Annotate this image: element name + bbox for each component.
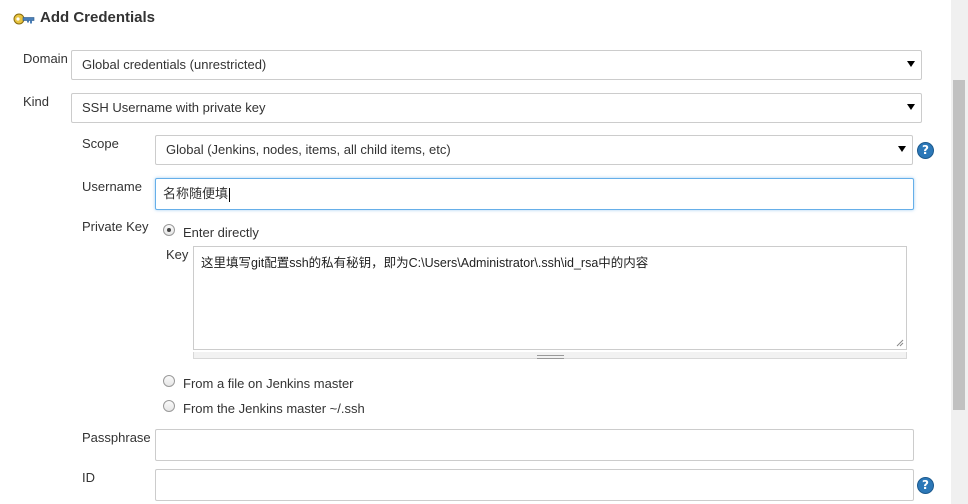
chevron-down-icon xyxy=(898,146,906,152)
key-icon xyxy=(12,10,36,28)
id-input[interactable] xyxy=(155,469,914,501)
kind-value: SSH Username with private key xyxy=(82,100,266,115)
domain-value: Global credentials (unrestricted) xyxy=(82,57,267,72)
domain-label: Domain xyxy=(23,51,68,66)
help-icon[interactable]: ? xyxy=(917,142,934,159)
private-key-label: Private Key xyxy=(82,219,149,234)
passphrase-input[interactable] xyxy=(155,429,914,461)
help-icon[interactable]: ? xyxy=(917,477,934,494)
kind-select[interactable]: SSH Username with private key xyxy=(71,93,922,123)
scope-label: Scope xyxy=(82,136,119,151)
drag-handle-icon[interactable] xyxy=(537,355,564,359)
scope-value: Global (Jenkins, nodes, items, all child… xyxy=(166,142,451,157)
from-ssh-dir-radio[interactable] xyxy=(163,400,175,412)
id-label: ID xyxy=(82,470,95,485)
from-file-label: From a file on Jenkins master xyxy=(183,376,354,391)
page-title: Add Credentials xyxy=(40,9,156,26)
enter-directly-radio[interactable] xyxy=(163,224,175,236)
key-label: Key xyxy=(166,247,189,262)
passphrase-label: Passphrase xyxy=(82,430,151,445)
scope-select[interactable]: Global (Jenkins, nodes, items, all child… xyxy=(155,135,913,165)
from-file-radio[interactable] xyxy=(163,375,175,387)
enter-directly-label: Enter directly xyxy=(183,225,259,240)
kind-label: Kind xyxy=(23,94,50,109)
username-value: 名称随便填 xyxy=(163,186,229,201)
chevron-down-icon xyxy=(907,104,915,110)
username-label: Username xyxy=(82,179,142,194)
username-input[interactable]: 名称随便填 xyxy=(155,178,914,210)
text-cursor xyxy=(229,187,231,202)
key-value: 这里填写git配置ssh的私有秘钥，即为C:\Users\Administrat… xyxy=(201,256,649,270)
chevron-down-icon xyxy=(907,61,915,67)
domain-select[interactable]: Global credentials (unrestricted) xyxy=(71,50,922,80)
from-ssh-dir-label: From the Jenkins master ~/.ssh xyxy=(183,401,365,416)
key-textarea[interactable]: 这里填写git配置ssh的私有秘钥，即为C:\Users\Administrat… xyxy=(193,246,907,350)
resize-grip-icon xyxy=(896,339,904,347)
scrollbar-thumb[interactable] xyxy=(953,80,965,410)
